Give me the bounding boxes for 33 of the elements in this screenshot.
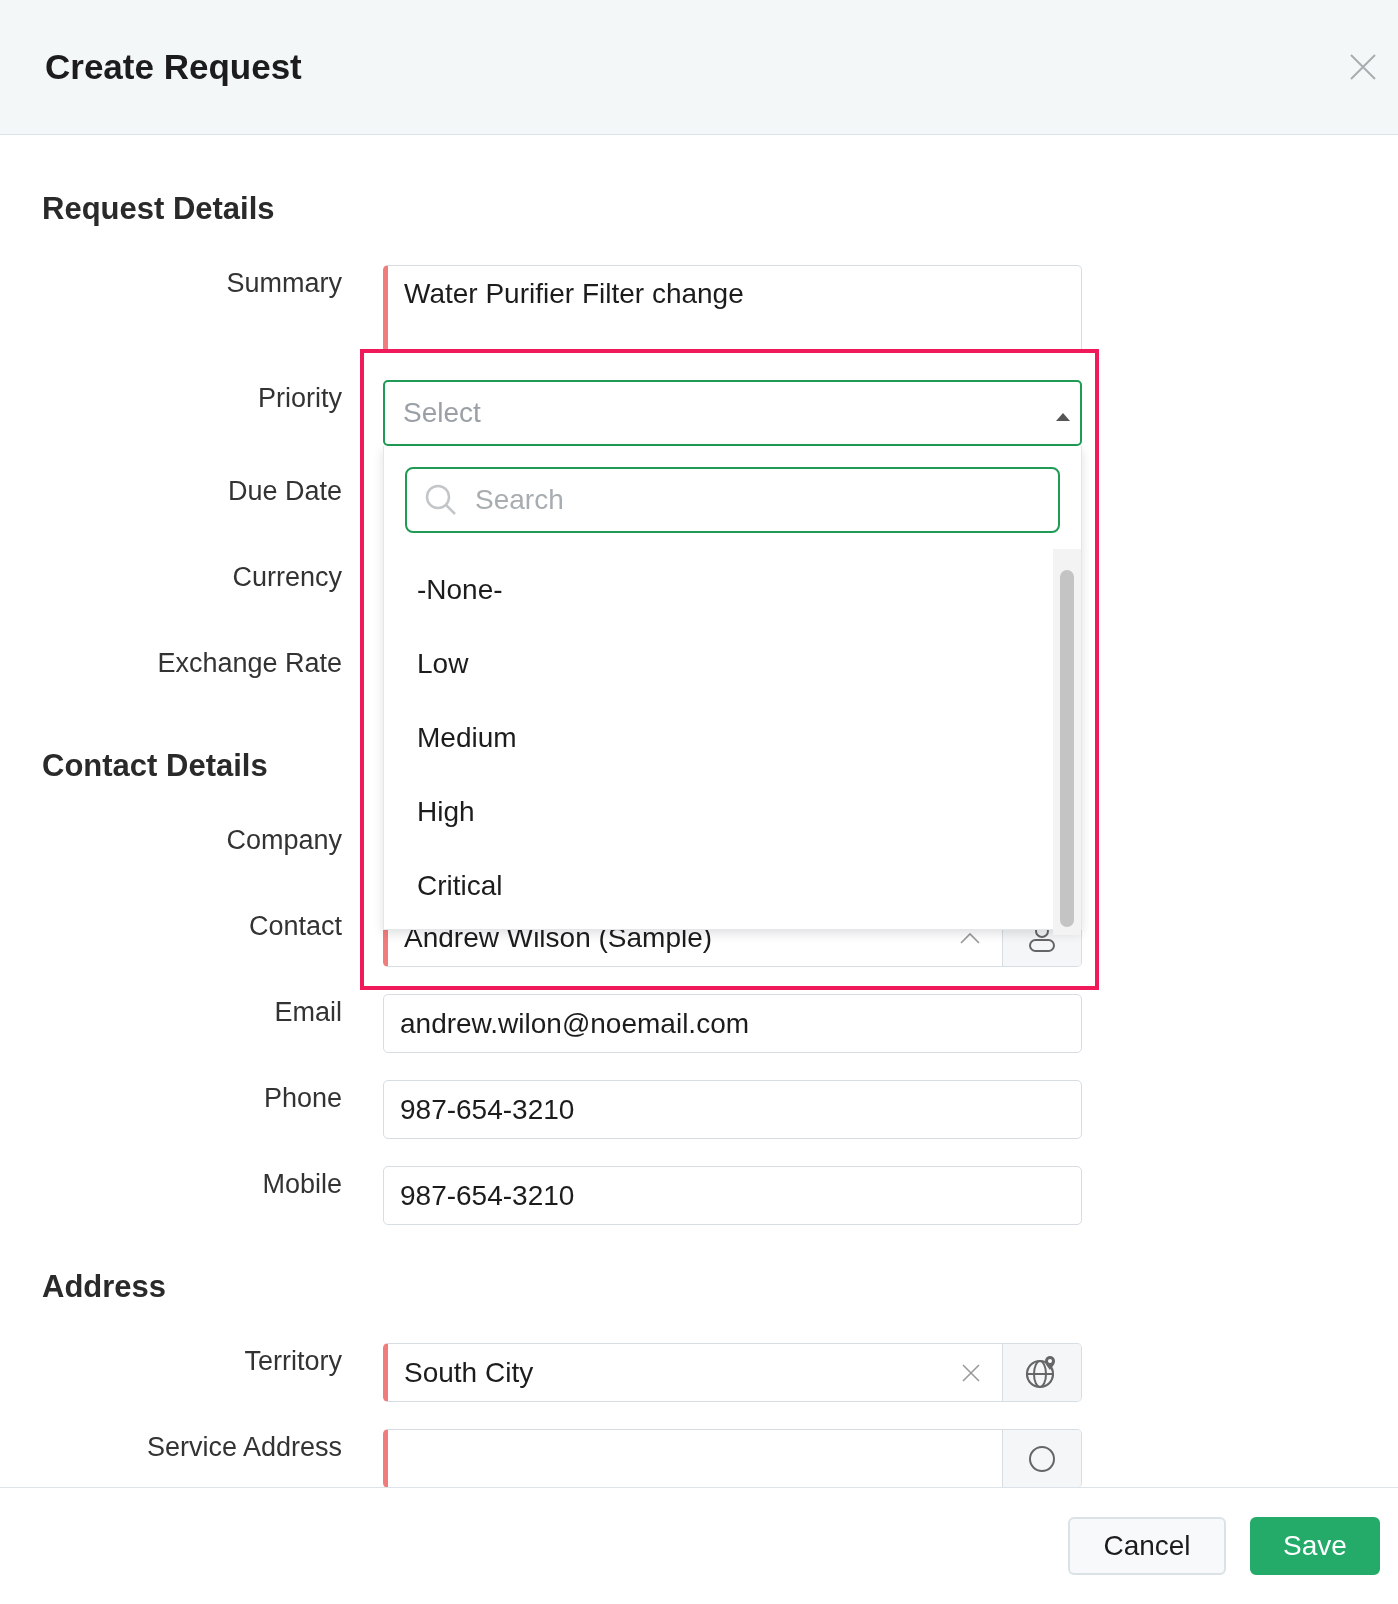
section-heading: Address (42, 1269, 168, 1305)
lookup-field[interactable] (383, 1429, 1082, 1487)
field-label: Exchange Rate (157, 647, 342, 680)
field-label: Email (274, 996, 342, 1029)
scrollbar[interactable] (1053, 549, 1081, 935)
search-field[interactable]: Search (405, 467, 1060, 533)
input-field[interactable]: 987-654-3210 (383, 1080, 1082, 1139)
field-label: Due Date (227, 475, 342, 508)
input-field[interactable]: andrew.wilon@noemail.com (383, 994, 1082, 1053)
dropdown-option[interactable]: Low (384, 627, 1041, 701)
chevron-up-icon[interactable] (960, 931, 980, 944)
section-heading: Request Details (42, 191, 276, 227)
field-label: Service Address (146, 1431, 342, 1464)
clear-icon[interactable] (962, 1363, 980, 1382)
section-heading: Contact Details (42, 748, 269, 784)
field-label: Company (226, 824, 342, 857)
search-icon (425, 484, 457, 516)
field-label: Phone (263, 1082, 342, 1115)
field-label: Summary (226, 267, 342, 300)
close-icon[interactable] (1350, 54, 1376, 80)
dropdown-option[interactable]: -None- (384, 553, 1041, 627)
input-field[interactable]: 987-654-3210 (383, 1166, 1082, 1225)
cancel-button[interactable]: Cancel (1068, 1517, 1226, 1575)
field-label: Currency (232, 561, 342, 594)
dropdown-option[interactable]: Medium (384, 701, 1041, 775)
field-label: Contact (248, 910, 342, 943)
dropdown-option[interactable]: High (384, 775, 1041, 849)
field-label: Mobile (262, 1168, 342, 1201)
dialog-title: Create Request (45, 47, 302, 87)
lookup-field[interactable]: South City (383, 1343, 1082, 1402)
field-label: Priority (258, 382, 342, 415)
field-label: Territory (244, 1345, 342, 1378)
caret-icon (1056, 413, 1070, 421)
